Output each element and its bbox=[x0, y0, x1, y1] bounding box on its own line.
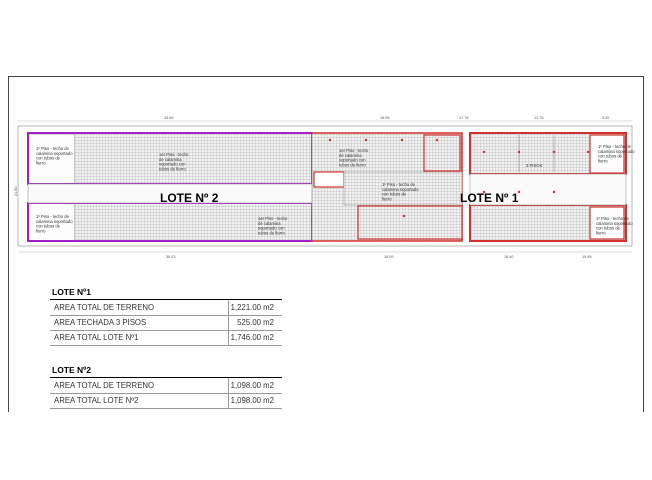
right-border-line bbox=[643, 76, 644, 412]
note-lote1-pisos: 3 PISOS bbox=[526, 163, 542, 168]
dim-top-lote1-b: 17.76 bbox=[459, 116, 469, 120]
lote-1-row-0: AREA TOTAL DE TERRENO 1,221.00 m2 bbox=[50, 300, 282, 316]
lote-2-table-title: LOTE Nº2 bbox=[52, 365, 91, 375]
lote-1-label: LOTE Nº 1 bbox=[460, 191, 519, 205]
dim-bottom-lote2: 36.43 bbox=[166, 255, 176, 259]
row-label: AREA TOTAL DE TERRENO bbox=[54, 303, 155, 312]
row-value: 1,746.00 m2 bbox=[230, 333, 274, 342]
row-value: 1,098.00 m2 bbox=[230, 396, 274, 405]
row-value: 1,221.00 m2 bbox=[230, 303, 274, 312]
row-value: 525.00 m2 bbox=[237, 318, 274, 327]
row-label: AREA TOTAL LOTE Nº2 bbox=[54, 396, 139, 405]
lote-1-row-2: AREA TOTAL LOTE Nº1 1,746.00 m2 bbox=[50, 330, 282, 346]
dim-top-lote1-d: 3.20 bbox=[602, 116, 609, 120]
floor-plan: LOTE Nº 2 LOTE Nº 1 1º Piso - techo de ca… bbox=[14, 116, 635, 259]
dim-bottom-lote1-c: 19.45 bbox=[582, 255, 592, 259]
lote-2-row-1: AREA TOTAL LOTE Nº2 1,098.00 m2 bbox=[50, 393, 282, 409]
lote-2-row-0: AREA TOTAL DE TERRENO 1,098.00 m2 bbox=[50, 378, 282, 394]
dim-bottom-lote1-b: 18.40 bbox=[504, 255, 514, 259]
dim-left-height: 21.50 bbox=[14, 186, 18, 196]
note-lote2-lower-center: 1er Piso - techo de calamina soportado con… bbox=[258, 216, 288, 235]
row-label: AREA TECHADA 3 PISOS bbox=[54, 318, 147, 327]
top-border-line bbox=[8, 76, 644, 77]
lote-1-table-title: LOTE Nº1 bbox=[52, 287, 91, 297]
left-border-line bbox=[8, 76, 9, 412]
document-page: LOTE Nº 2 LOTE Nº 1 1º Piso - techo de ca… bbox=[0, 0, 652, 480]
lote-2-label: LOTE Nº 2 bbox=[160, 191, 219, 205]
dim-top-lote2: 33.69 bbox=[164, 116, 174, 120]
row-value: 1,098.00 m2 bbox=[230, 381, 274, 390]
note-lote2-upper-center: 1er Piso - techo de calamina soportado con… bbox=[159, 152, 189, 171]
dim-top-lote1-a: 16.05 bbox=[380, 116, 390, 120]
lote-1-row-1: AREA TECHADA 3 PISOS 525.00 m2 bbox=[50, 315, 282, 331]
dim-top-lote1-c: 12.76 bbox=[534, 116, 544, 120]
row-label: AREA TOTAL LOTE Nº1 bbox=[54, 333, 139, 342]
note-lote1-center-left: 1er Piso - techo de calamina soportado con… bbox=[339, 148, 369, 167]
dim-bottom-lote1-a: 16.09 bbox=[384, 255, 394, 259]
row-label: AREA TOTAL DE TERRENO bbox=[54, 381, 155, 390]
